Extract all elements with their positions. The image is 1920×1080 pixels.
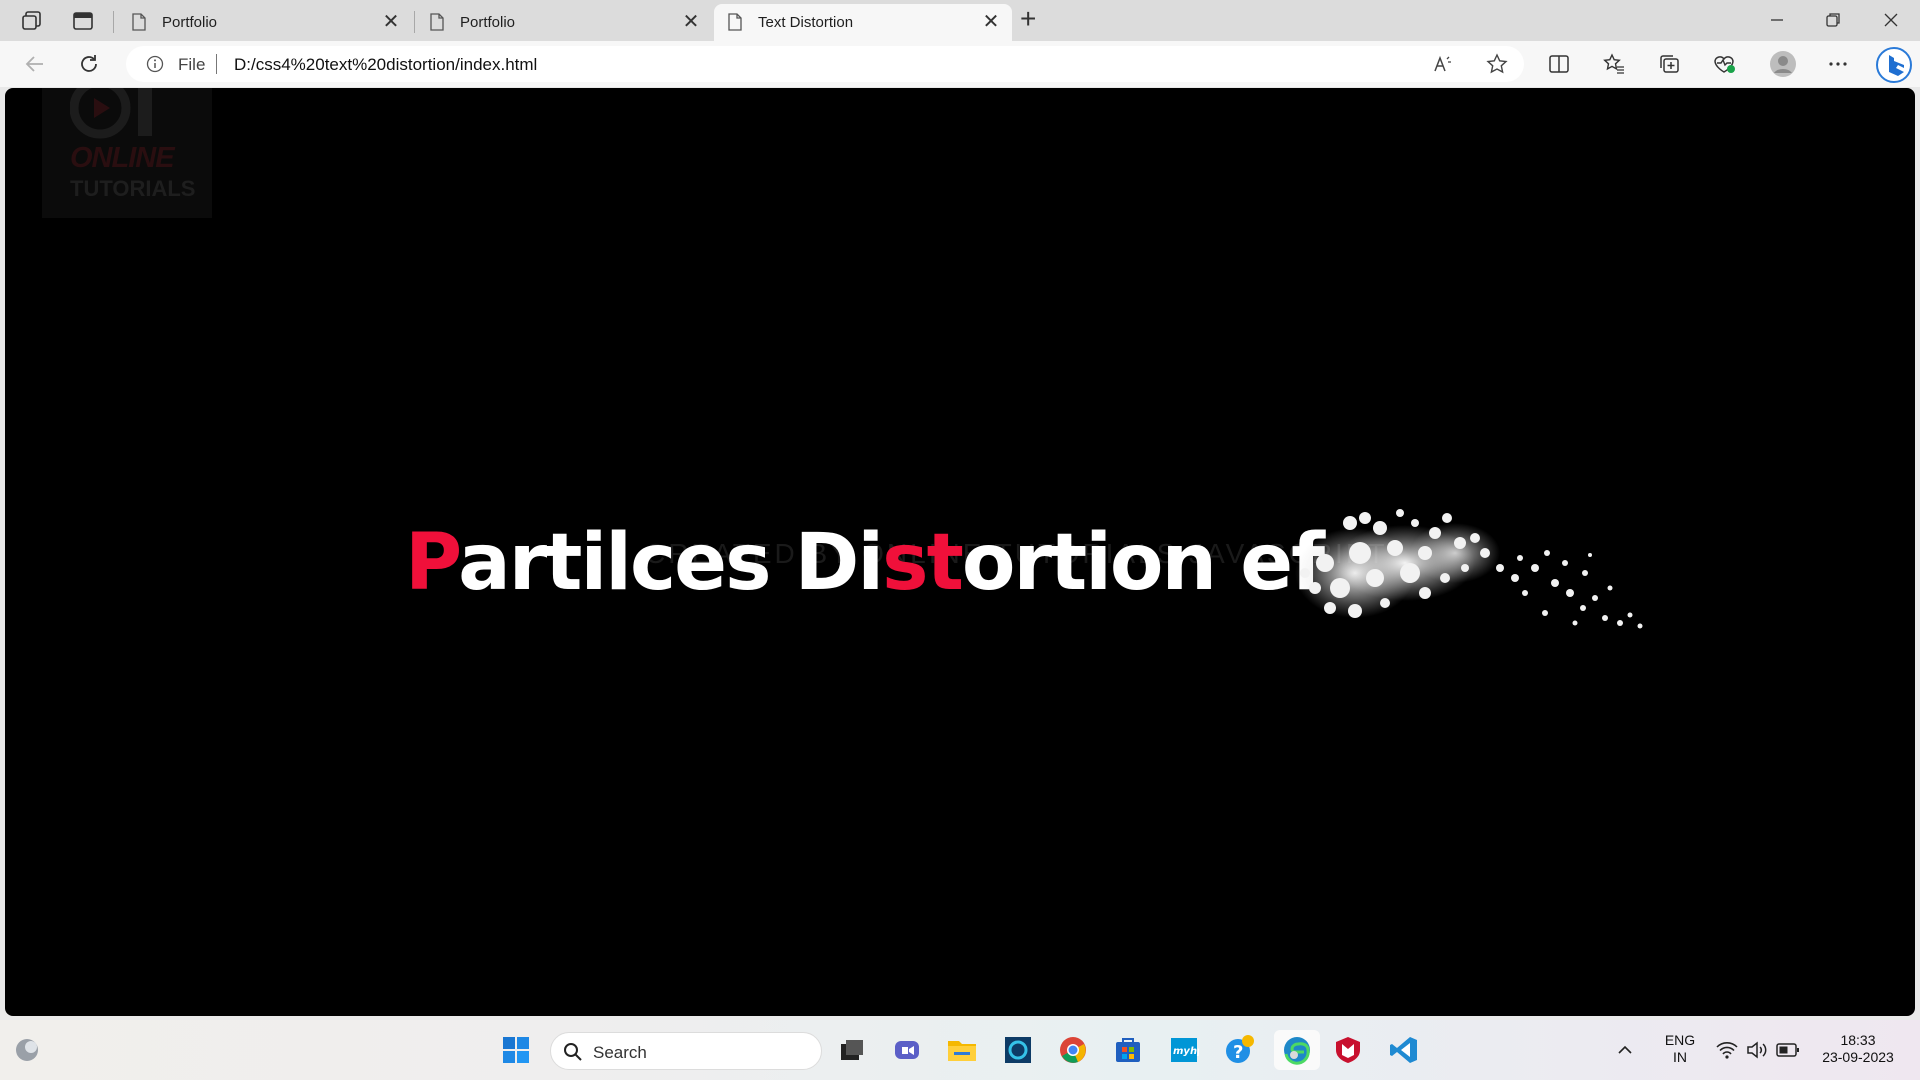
chrome-icon[interactable] xyxy=(1053,1030,1093,1070)
tab-portfolio-1[interactable]: Portfolio ✕ xyxy=(118,4,414,41)
more-icon[interactable] xyxy=(1821,47,1855,81)
chevron-up-icon[interactable] xyxy=(1612,1030,1638,1070)
close-window-button[interactable] xyxy=(1878,8,1904,32)
read-aloud-icon[interactable] xyxy=(1426,47,1460,81)
document-icon xyxy=(728,13,742,31)
wifi-icon[interactable] xyxy=(1714,1030,1740,1070)
weather-widget-icon[interactable] xyxy=(8,1030,48,1070)
page-viewport: ONLINE TUTORIALS CREATED BY ONLINE TUTOR… xyxy=(5,88,1915,1016)
document-icon xyxy=(132,13,146,31)
particle-distortion-effect xyxy=(1295,509,1643,629)
help-icon[interactable]: ? xyxy=(1220,1030,1260,1070)
windows-taskbar: Search myhp ? ENG IN xyxy=(0,1020,1920,1080)
file-explorer-icon[interactable] xyxy=(942,1030,982,1070)
search-placeholder: Search xyxy=(593,1043,647,1062)
minimize-button[interactable] xyxy=(1764,8,1790,32)
profile-icon[interactable] xyxy=(1766,47,1800,81)
scheme-label: File xyxy=(178,55,206,74)
workspaces-icon[interactable] xyxy=(20,9,44,38)
refresh-icon[interactable] xyxy=(72,47,106,81)
logo-text-tutorials: TUTORIALS xyxy=(70,176,196,201)
tab-label: Portfolio xyxy=(460,14,516,31)
logo-text-online: ONLINE xyxy=(70,142,175,174)
tab-portfolio-2[interactable]: Portfolio ✕ xyxy=(416,4,712,41)
tab-label: Text Distortion xyxy=(758,14,854,31)
bing-copilot-icon[interactable] xyxy=(1874,45,1914,85)
collections-icon[interactable] xyxy=(1652,47,1686,81)
tab-close-button[interactable]: ✕ xyxy=(680,11,702,33)
tab-text-distortion[interactable]: Text Distortion ✕ xyxy=(714,4,1012,41)
taskbar-search-box[interactable]: Search xyxy=(550,1032,822,1070)
browser-essentials-icon[interactable] xyxy=(1707,47,1741,81)
new-tab-button[interactable]: + xyxy=(1020,4,1036,34)
headline-text: ortion ef xyxy=(961,518,1325,608)
tab-label: Portfolio xyxy=(162,14,218,31)
clock-date: 23-09-2023 xyxy=(1822,1049,1894,1065)
clock[interactable]: 18:33 23-09-2023 xyxy=(1812,1032,1904,1066)
battery-icon[interactable] xyxy=(1774,1030,1802,1070)
watermark-logo: ONLINE TUTORIALS xyxy=(42,88,212,218)
task-view-icon[interactable] xyxy=(832,1030,872,1070)
headline-letters-red: st xyxy=(882,518,964,608)
headline-text: artilces Di xyxy=(458,518,884,608)
mcafee-icon[interactable] xyxy=(1328,1030,1368,1070)
store-icon[interactable] xyxy=(1108,1030,1148,1070)
language-indicator[interactable]: ENG IN xyxy=(1660,1032,1700,1066)
language-code: ENG xyxy=(1664,1032,1696,1048)
url-text[interactable]: D:/css4%20text%20distortion/index.html xyxy=(234,55,537,75)
info-icon[interactable] xyxy=(146,55,164,73)
clock-time: 18:33 xyxy=(1840,1032,1876,1048)
play-logo-icon xyxy=(70,88,152,139)
favorite-star-icon[interactable] xyxy=(1480,47,1514,81)
vscode-icon[interactable] xyxy=(1384,1030,1424,1070)
svg-text:myhp: myhp xyxy=(1173,1046,1199,1057)
favorites-icon[interactable] xyxy=(1597,47,1631,81)
tab-actions-icon[interactable] xyxy=(72,10,94,37)
svg-text:?: ? xyxy=(1233,1042,1243,1063)
headline-letter-red: P xyxy=(405,518,460,608)
browser-tab-strip: Portfolio ✕ Portfolio ✕ Text Distortion … xyxy=(0,0,1920,41)
search-icon xyxy=(564,1043,582,1061)
split-screen-icon[interactable] xyxy=(1542,47,1576,81)
tab-close-button[interactable]: ✕ xyxy=(380,11,402,33)
back-icon[interactable] xyxy=(18,47,52,81)
address-bar[interactable]: File D:/css4%20text%20distortion/index.h… xyxy=(126,46,1524,82)
tab-close-button[interactable]: ✕ xyxy=(980,11,1002,33)
volume-icon[interactable] xyxy=(1744,1030,1770,1070)
restore-button[interactable] xyxy=(1820,8,1846,32)
teams-icon[interactable] xyxy=(887,1030,927,1070)
document-icon xyxy=(430,13,444,31)
myhp-icon[interactable]: myhp xyxy=(1164,1030,1204,1070)
windows-start-icon[interactable] xyxy=(496,1030,536,1070)
language-region: IN xyxy=(1673,1049,1687,1065)
edge-icon[interactable] xyxy=(1274,1030,1320,1070)
page-headline: Partilces Distortion ef xyxy=(405,518,1325,608)
cortana-icon[interactable] xyxy=(998,1030,1038,1070)
browser-toolbar: File D:/css4%20text%20distortion/index.h… xyxy=(0,41,1920,87)
